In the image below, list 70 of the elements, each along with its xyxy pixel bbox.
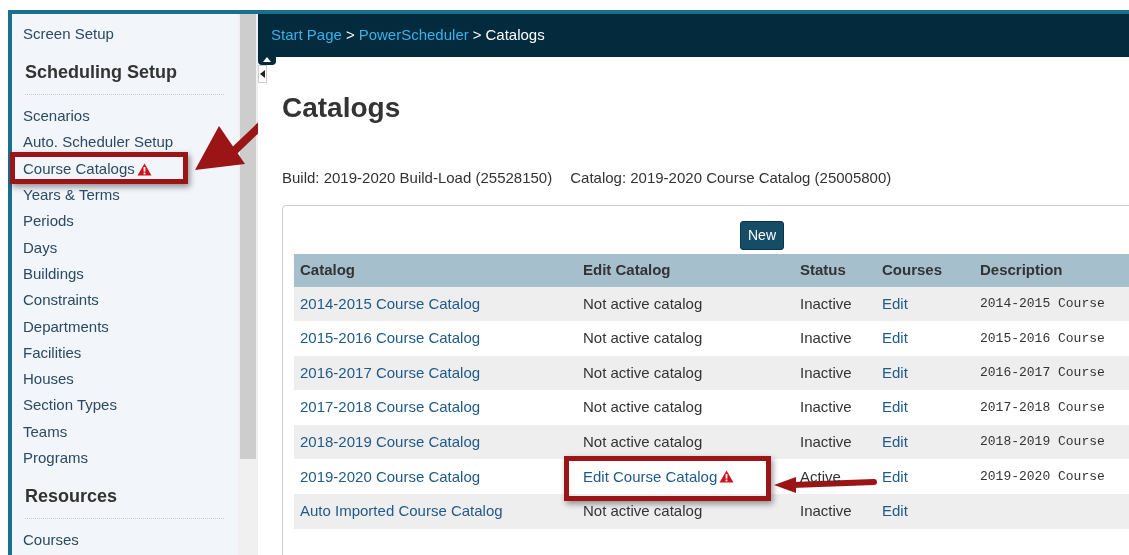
sidebar-link[interactable]: Houses — [23, 368, 74, 391]
catalog-link[interactable]: 2018-2019 Course Catalog — [300, 430, 481, 454]
sidebar-link[interactable]: Departments — [23, 315, 109, 339]
sidebar-link[interactable]: Days — [23, 236, 58, 260]
sidebar-link[interactable]: Years & Terms — [23, 184, 120, 207]
table-cell-text: Inactive — [800, 501, 852, 522]
column-header: Courses — [882, 261, 943, 278]
sidebar-link[interactable]: Buildings — [23, 262, 84, 286]
table-cell-text: Inactive — [800, 397, 852, 418]
table-cell-text: 2015-2016 Course — [980, 329, 1105, 348]
table-cell-text: 2016-2017 Course — [980, 364, 1105, 383]
sidebar-link[interactable]: Scenarios — [23, 105, 90, 128]
catalog-link[interactable]: 2019-2020 Course Catalog — [300, 465, 481, 488]
edit-link[interactable]: Edit — [882, 327, 908, 350]
catalog-link[interactable]: 2014-2015 Course Catalog — [300, 292, 481, 316]
edit-link[interactable]: Edit — [882, 396, 908, 419]
table-cell-text: Not active catalog — [583, 397, 703, 418]
section-heading: Scheduling Setup — [25, 62, 177, 83]
catalog-link[interactable]: 2016-2017 Course Catalog — [300, 361, 481, 385]
catalog-link[interactable]: 2015-2016 Course Catalog — [300, 327, 481, 350]
table-cell-text: Not active catalog — [583, 431, 703, 452]
breadcrumb-current: Catalogs — [485, 25, 545, 46]
edit-link[interactable]: Edit — [882, 292, 908, 316]
sidebar-link[interactable]: Course Catalogs — [23, 157, 135, 181]
table-cell-text: Active — [800, 466, 841, 487]
column-header: Catalog — [300, 261, 355, 278]
table-cell-text: Not active catalog — [583, 328, 703, 349]
column-header: Status — [800, 261, 846, 278]
sidebar-link[interactable]: Screen Setup — [23, 22, 114, 46]
sidebar-link[interactable]: Programs — [23, 447, 89, 470]
edit-link[interactable]: Edit — [882, 500, 908, 523]
table-cell-text: Not active catalog — [583, 293, 703, 314]
breadcrumb-link[interactable]: PowerScheduler — [358, 24, 469, 47]
table-cell-text: Inactive — [800, 362, 852, 383]
column-header: Description — [980, 261, 1063, 278]
sidebar-link[interactable]: Teams — [23, 420, 68, 444]
edit-link[interactable]: Edit — [882, 361, 908, 385]
table-cell-text: 2018-2019 Course — [980, 433, 1105, 452]
column-header: Edit Catalog — [583, 261, 671, 278]
build-info: Build: 2019-2020 Build-Load (25528150) — [282, 168, 553, 188]
sidebar-link[interactable]: Constraints — [23, 289, 99, 312]
table-cell-text: Not active catalog — [583, 362, 703, 383]
table-cell-text: 2014-2015 Course — [980, 295, 1105, 314]
table-cell-text: Inactive — [800, 328, 852, 349]
side-toggle[interactable] — [258, 65, 267, 83]
build-info: Catalog: 2019-2020 Course Catalog (25005800) — [570, 168, 892, 188]
sidebar-link[interactable]: Periods — [23, 210, 74, 233]
collapse-tab[interactable] — [258, 57, 276, 65]
edit-link[interactable]: Edit — [882, 465, 908, 488]
catalog-link[interactable]: Auto Imported Course Catalog — [300, 500, 503, 523]
breadcrumb-separator: > — [472, 25, 482, 46]
breadcrumb-separator: > — [345, 25, 355, 46]
catalog-link[interactable]: 2017-2018 Course Catalog — [300, 396, 481, 419]
sidebar-link[interactable]: Auto. Scheduler Setup — [23, 131, 174, 154]
breadcrumb-link[interactable]: Start Page — [271, 24, 342, 47]
scrollbar[interactable] — [240, 14, 256, 459]
page-title: Catalogs — [282, 91, 402, 125]
new-button[interactable]: New — [740, 220, 784, 250]
table-cell-text: Inactive — [800, 431, 852, 452]
sidebar-link[interactable]: Section Types — [23, 394, 117, 417]
table-cell-text: 2017-2018 Course — [980, 398, 1105, 417]
section-heading: Resources — [25, 486, 118, 507]
sidebar-link[interactable]: Courses — [23, 529, 79, 552]
table-cell-text: Inactive — [800, 293, 852, 314]
edit-link[interactable]: Edit — [882, 430, 908, 454]
table-cell-text: Not active catalog — [583, 501, 703, 522]
sidebar-link[interactable]: Facilities — [23, 341, 82, 365]
table-cell-text: 2019-2020 Course — [980, 468, 1105, 486]
edit-catalog-link[interactable]: Edit Course Catalog — [583, 465, 718, 488]
caret-left-icon — [260, 70, 265, 78]
